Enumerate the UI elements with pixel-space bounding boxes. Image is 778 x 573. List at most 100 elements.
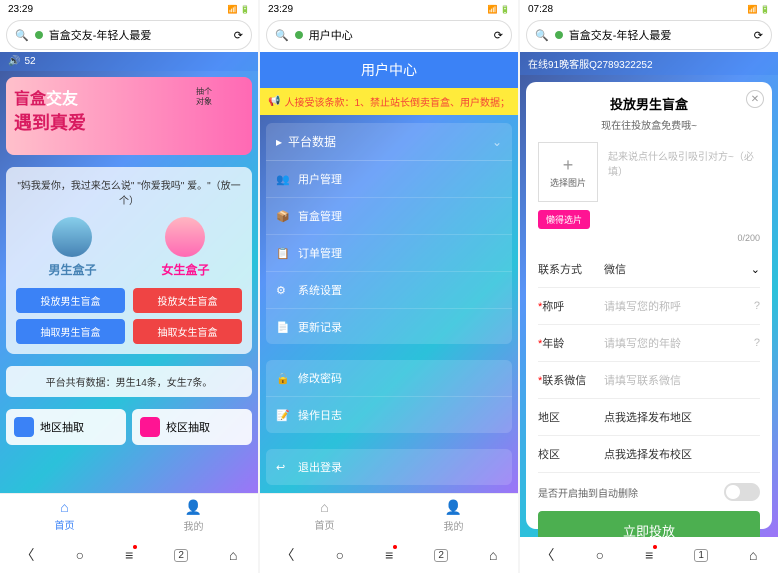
male-label: 男生盒子	[48, 261, 96, 278]
label-name: *称呼	[538, 298, 594, 314]
notice-bar[interactable]: 🔊 52	[0, 52, 258, 71]
time: 23:29	[268, 4, 293, 15]
label-wechat: *联系微信	[538, 372, 594, 388]
user-icon: 👤	[445, 499, 462, 516]
female-label: 女生盒子	[161, 261, 209, 278]
menu-operation-log[interactable]: 📝操作日志	[266, 397, 512, 433]
phone-3: 07:28 📶 🔋 🔍 盲盒交友-年轻人最爱 ⟳ 在线91晚客服Q2789322…	[520, 0, 778, 573]
refresh-icon[interactable]: ⟳	[494, 29, 503, 42]
secure-icon	[555, 31, 563, 39]
menu-icon[interactable]: ≡	[645, 547, 653, 563]
hero-banner[interactable]: 盲盒交友 遇到真爱 抽个对象	[6, 77, 252, 155]
tab-mine[interactable]: 👤我的	[389, 494, 518, 537]
row-age[interactable]: *年龄 请填写您的年龄 ?	[538, 325, 760, 362]
tabs-count[interactable]: 2	[174, 549, 188, 562]
menu-system-settings[interactable]: ⚙系统设置	[266, 272, 512, 309]
status-icons: 📶 🔋	[228, 5, 250, 14]
close-button[interactable]: ✕	[746, 90, 764, 108]
tabs-count[interactable]: 1	[694, 549, 708, 562]
back-icon[interactable]: 〈	[541, 545, 555, 565]
tabbar: ⌂首页 👤我的	[260, 493, 518, 537]
row-school[interactable]: 校区 点我选择发布校区	[538, 436, 760, 473]
section-head[interactable]: ▸ 平台数据⌄	[266, 123, 512, 161]
lazy-pic-button[interactable]: 懒得选片	[538, 210, 590, 229]
submit-button[interactable]: 立即投放	[538, 511, 760, 537]
search-icon: 🔍	[535, 29, 549, 42]
upload-image[interactable]: + 选择图片	[538, 142, 598, 202]
menu-icon[interactable]: ≡	[385, 547, 393, 563]
row-contact[interactable]: 联系方式 微信 ⌄	[538, 251, 760, 288]
tabbar: ⌂首页 👤我的	[0, 493, 258, 537]
box-icon: 📦	[276, 210, 290, 223]
secure-icon	[35, 31, 43, 39]
row-wechat[interactable]: *联系微信 请填写联系微信	[538, 362, 760, 399]
char-counter: 0/200	[538, 233, 760, 243]
secure-icon	[295, 31, 303, 39]
nav-home-icon[interactable]: ⌂	[489, 547, 497, 563]
user-icon: 👥	[276, 173, 290, 186]
urlbar[interactable]: 🔍 盲盒交友-年轻人最爱 ⟳	[6, 20, 252, 50]
area-pick[interactable]: 地区抽取	[6, 409, 126, 445]
menu-order-manage[interactable]: 📋订单管理	[266, 235, 512, 272]
help-icon[interactable]: ?	[754, 300, 760, 312]
val-school: 点我选择发布校区	[604, 446, 760, 462]
menu-section-2: 🔒修改密码 📝操作日志	[266, 360, 512, 433]
chevron-down-icon: ⌄	[751, 263, 760, 276]
upload-row: + 选择图片 起来说点什么吸引吸引对方~（必填）	[538, 142, 760, 202]
nav-search-icon[interactable]: ○	[76, 547, 84, 563]
menu-box-manage[interactable]: 📦盲盒管理	[266, 198, 512, 235]
put-male-button[interactable]: 投放男生盲盒	[16, 288, 125, 313]
modal-subtitle: 现在往投放盒免费哦~	[538, 117, 760, 132]
nav-home-icon[interactable]: ⌂	[229, 547, 237, 563]
nav-search-icon[interactable]: ○	[336, 547, 344, 563]
textarea-placeholder[interactable]: 起来说点什么吸引吸引对方~（必填）	[608, 142, 760, 202]
chevron-down-icon: ⌄	[492, 135, 502, 149]
hero-line2: 遇到真爱	[14, 109, 244, 135]
put-female-button[interactable]: 投放女生盲盒	[133, 288, 242, 313]
row-name[interactable]: *称呼 请填写您的称呼 ?	[538, 288, 760, 325]
tab-mine[interactable]: 👤我的	[129, 494, 258, 537]
tabs-count[interactable]: 2	[434, 549, 448, 562]
tab-home[interactable]: ⌂首页	[260, 494, 389, 537]
menu-change-password[interactable]: 🔒修改密码	[266, 360, 512, 397]
autodelete-toggle[interactable]	[724, 483, 760, 501]
nav-home-icon[interactable]: ⌂	[749, 547, 757, 563]
draw-female-button[interactable]: 抽取女生盲盒	[133, 319, 242, 344]
ph-wechat: 请填写联系微信	[604, 372, 760, 388]
help-icon[interactable]: ?	[754, 337, 760, 349]
service-banner: 在线91晚客服Q2789322252	[520, 52, 778, 75]
refresh-icon[interactable]: ⟳	[234, 29, 243, 42]
menu-user-manage[interactable]: 👥用户管理	[266, 161, 512, 198]
back-icon[interactable]: 〈	[281, 545, 295, 565]
row-area[interactable]: 地区 点我选择发布地区	[538, 399, 760, 436]
statusbar: 23:29 📶 🔋	[0, 0, 258, 18]
female-box[interactable]: 女生盒子	[161, 217, 209, 278]
search-icon: 🔍	[15, 29, 29, 42]
back-icon[interactable]: 〈	[21, 545, 35, 565]
status-icons: 📶 🔋	[488, 5, 510, 14]
stats-bar: 平台共有数据：男生14条，女生7条。	[6, 366, 252, 397]
lock-icon: 🔒	[276, 372, 290, 385]
tab-home[interactable]: ⌂首页	[0, 494, 129, 537]
school-pick[interactable]: 校区抽取	[132, 409, 252, 445]
button-grid: 投放男生盲盒 抽取男生盲盒 投放女生盲盒 抽取女生盲盒	[16, 288, 242, 344]
label-school: 校区	[538, 446, 594, 462]
draw-male-button[interactable]: 抽取男生盲盒	[16, 319, 125, 344]
system-nav: 〈 ○ ≡ 2 ⌂	[260, 537, 518, 573]
put-modal: ✕ 投放男生盲盒 现在往投放盒免费哦~ + 选择图片 起来说点什么吸引吸引对方~…	[526, 82, 772, 529]
row-autodelete: 是否开启抽到自动删除	[538, 473, 760, 511]
male-box[interactable]: 男生盒子	[48, 217, 96, 278]
nav-search-icon[interactable]: ○	[596, 547, 604, 563]
menu-update-log[interactable]: 📄更新记录	[266, 309, 512, 344]
quote: "妈我爱你，我过来怎么说" "你爱我吗" 爱。"（放一个）	[16, 177, 242, 207]
urlbar[interactable]: 🔍 盲盒交友-年轻人最爱 ⟳	[526, 20, 772, 50]
time: 07:28	[528, 4, 553, 15]
ph-name: 请填写您的称呼	[604, 298, 744, 314]
val-area: 点我选择发布地区	[604, 409, 760, 425]
refresh-icon[interactable]: ⟳	[754, 29, 763, 42]
label-age: *年龄	[538, 335, 594, 351]
menu-icon[interactable]: ≡	[125, 547, 133, 563]
urlbar[interactable]: 🔍 用户中心 ⟳	[266, 20, 512, 50]
log-icon: 📝	[276, 409, 290, 422]
menu-logout[interactable]: ↩退出登录	[266, 449, 512, 485]
